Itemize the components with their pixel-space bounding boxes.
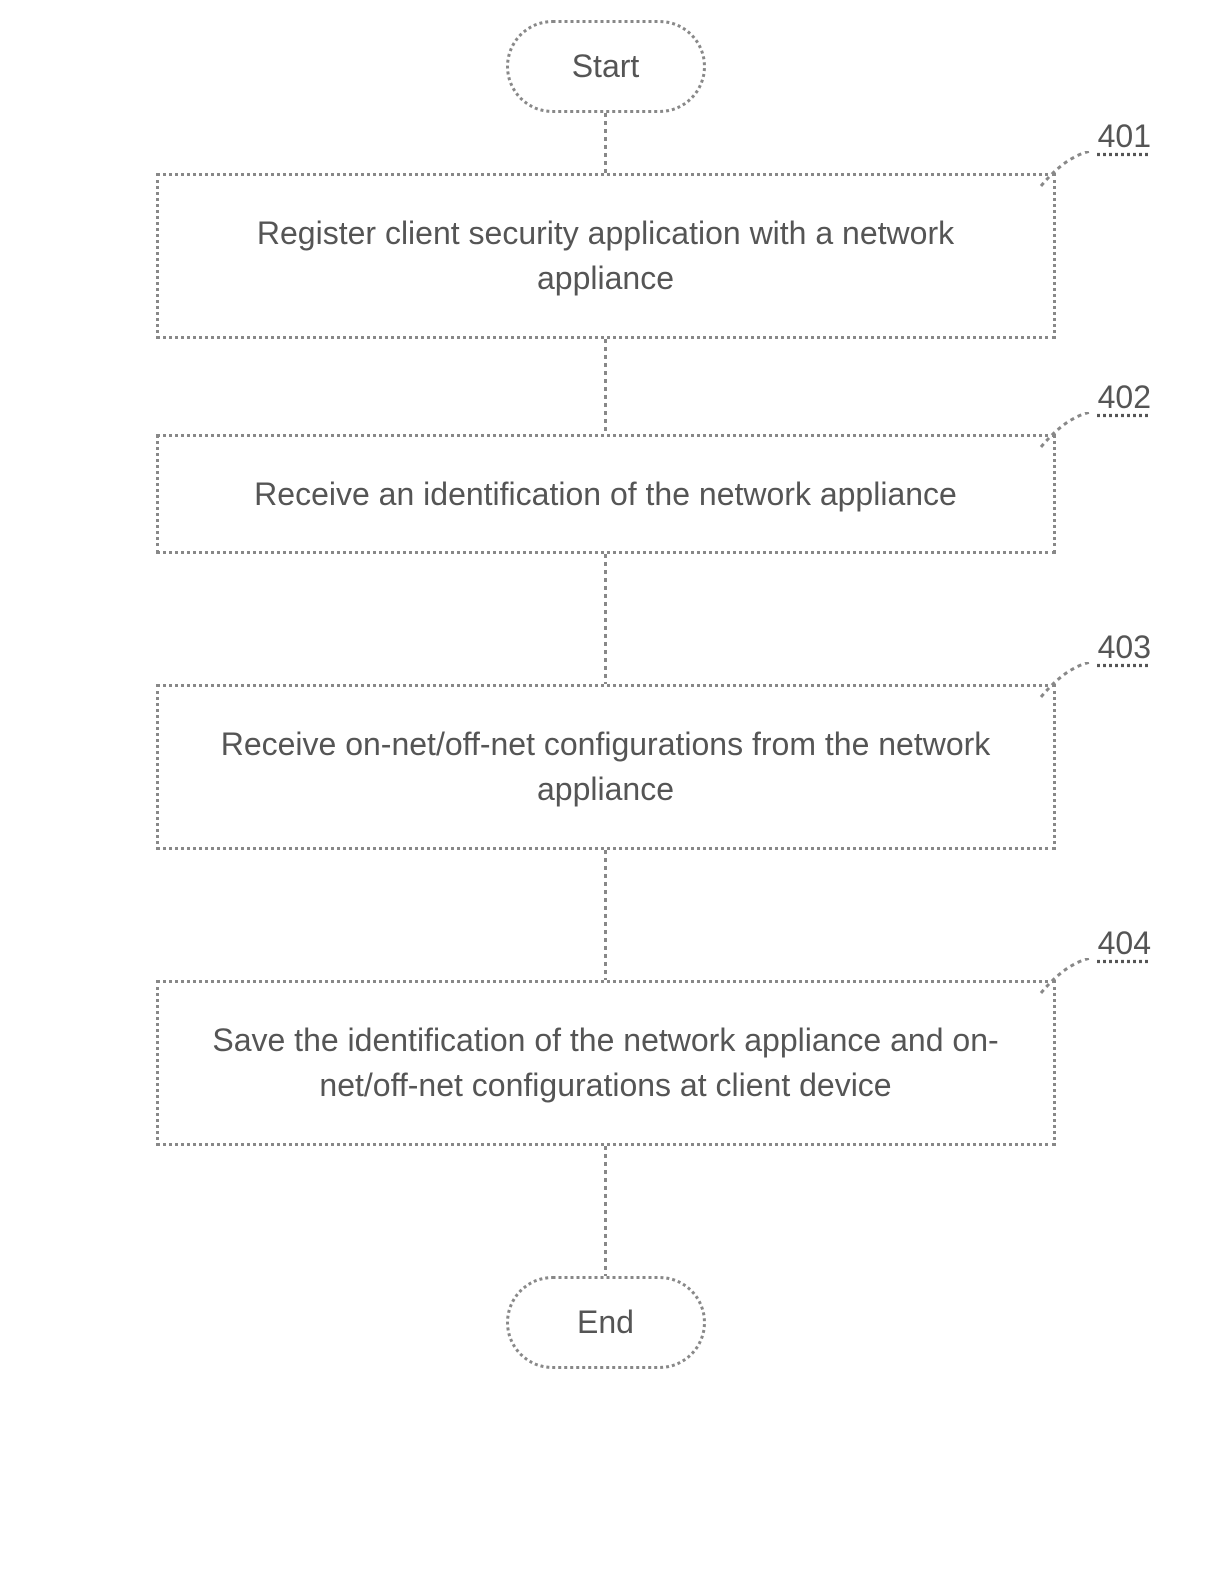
step-text: Save the identification of the network a… [212,1022,998,1103]
reference-connector-icon [1036,958,1096,998]
step-row-1: 401 Register client security application… [0,173,1211,339]
flowchart-container: Start 401 Register client security appli… [0,0,1211,1369]
process-step: Register client security application wit… [156,173,1056,339]
step-row-2: 402 Receive an identification of the net… [0,434,1211,555]
reference-connector-icon [1036,151,1096,191]
connector [604,339,607,434]
connector [604,850,607,980]
reference-connector-icon [1036,412,1096,452]
reference-connector-icon [1036,662,1096,702]
step-row-4: 404 Save the identification of the netwo… [0,980,1211,1146]
end-terminal: End [506,1276,706,1369]
start-terminal: Start [506,20,706,113]
end-label: End [577,1304,634,1340]
connector [604,113,607,173]
step-text: Receive on-net/off-net configurations fr… [221,726,991,807]
connector [604,1146,607,1276]
start-label: Start [572,48,640,84]
process-step: Receive on-net/off-net configurations fr… [156,684,1056,850]
step-text: Receive an identification of the network… [254,476,957,512]
step-text: Register client security application wit… [257,215,954,296]
process-step: Receive an identification of the network… [156,434,1056,555]
reference-number: 403 [1098,629,1151,666]
reference-number: 401 [1098,118,1151,155]
process-step: Save the identification of the network a… [156,980,1056,1146]
reference-number: 404 [1098,925,1151,962]
reference-number: 402 [1098,379,1151,416]
connector [604,554,607,684]
step-row-3: 403 Receive on-net/off-net configuration… [0,684,1211,850]
